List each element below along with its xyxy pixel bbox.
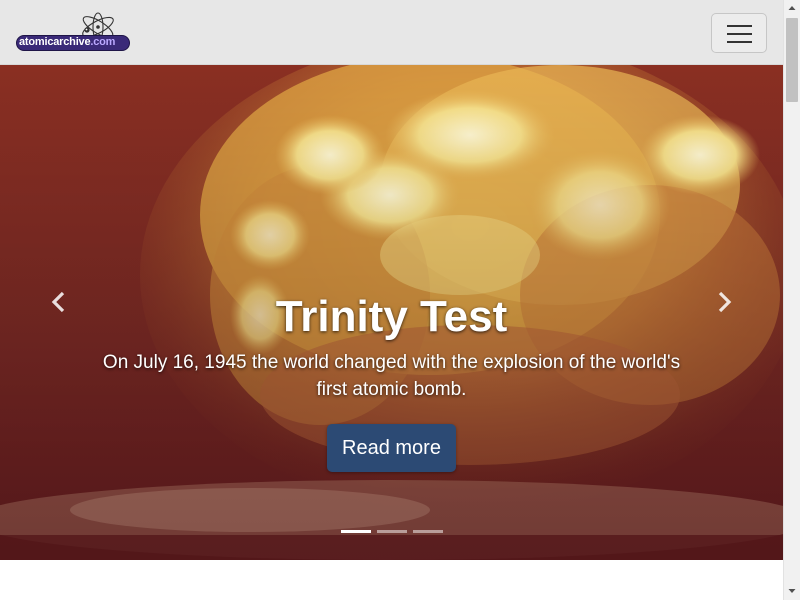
scroll-down-glyph: [788, 589, 796, 593]
carousel-indicator-3[interactable]: [413, 530, 443, 533]
carousel-indicators: [341, 530, 443, 534]
hamburger-bar: [727, 25, 752, 27]
chevron-left-icon: [51, 291, 65, 313]
scroll-down-arrow-icon[interactable]: [784, 583, 800, 599]
brand-name-tld: com: [93, 36, 116, 48]
brand-logo[interactable]: atomicarchive.com: [15, 11, 133, 53]
read-more-button[interactable]: Read more: [327, 424, 456, 472]
navbar: atomicarchive.com: [0, 0, 783, 65]
scroll-up-glyph: [788, 6, 796, 10]
vertical-scrollbar[interactable]: [783, 0, 800, 600]
navbar-toggle-button[interactable]: [711, 13, 767, 53]
hamburger-bar: [727, 41, 752, 43]
page-viewport: atomicarchive.com Trinity Test On July 1…: [0, 0, 783, 600]
brand-name-main: atomicarchive: [19, 36, 91, 48]
slide-title: Trinity Test: [275, 292, 508, 341]
brand-name: atomicarchive.com: [19, 36, 129, 49]
hero-carousel: Trinity Test On July 16, 1945 the world …: [0, 65, 783, 560]
carousel-indicator-2[interactable]: [377, 530, 407, 533]
carousel-indicator-1[interactable]: [341, 530, 371, 533]
carousel-next-button[interactable]: [709, 287, 739, 317]
scroll-up-arrow-icon[interactable]: [784, 0, 800, 16]
scroll-thumb[interactable]: [786, 18, 798, 102]
hamburger-bar: [727, 33, 752, 35]
slide-description: On July 16, 1945 the world changed with …: [102, 352, 681, 400]
carousel-prev-button[interactable]: [44, 287, 74, 317]
chevron-right-icon: [718, 291, 732, 313]
